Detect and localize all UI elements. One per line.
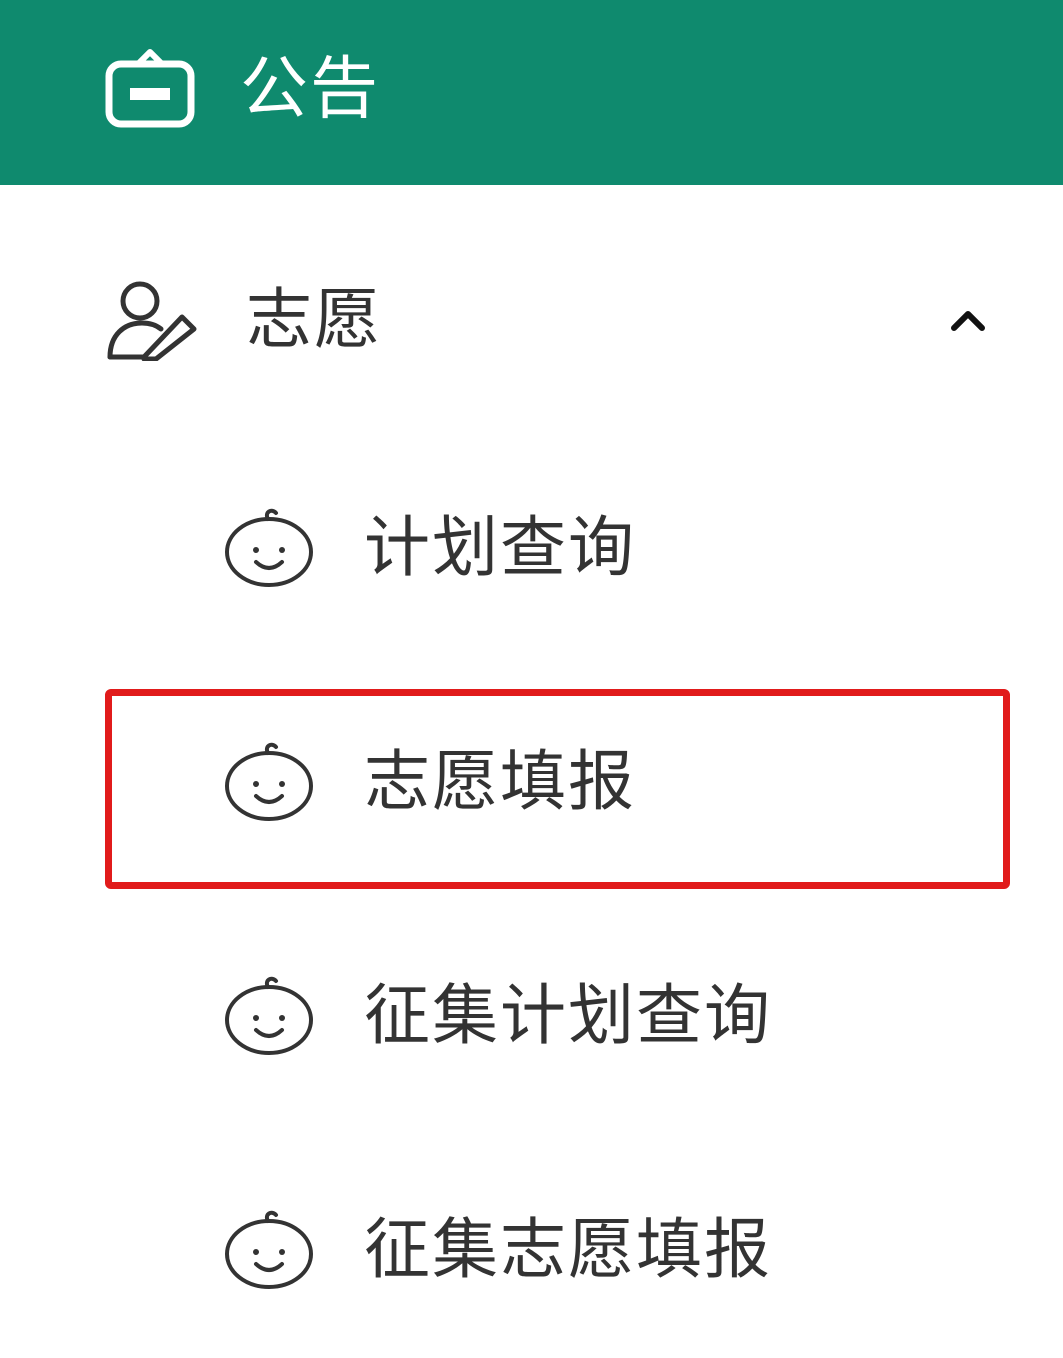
baby-face-icon (225, 976, 313, 1055)
menu-item-label: 志愿填报 (364, 743, 636, 820)
menu-item-volunteer-fill[interactable]: 志愿填报 (0, 714, 1063, 854)
menu-item-label: 计划查询 (364, 509, 636, 586)
menu-item-supplementary-plan-query[interactable]: 征集计划查询 (0, 948, 1063, 1088)
user-edit-icon (107, 281, 197, 361)
notice-board-icon (105, 49, 195, 128)
chevron-up-icon[interactable] (948, 304, 988, 334)
menu-group-volunteer[interactable]: 志愿 (0, 232, 1063, 422)
header-bar[interactable]: 公告 (0, 0, 1063, 185)
header-title: 公告 (240, 50, 381, 129)
menu-item-plan-query[interactable]: 计划查询 (0, 480, 1063, 620)
menu-group-label: 志愿 (246, 281, 382, 358)
menu-item-label: 征集计划查询 (364, 977, 772, 1054)
menu-item-label: 征集志愿填报 (364, 1211, 772, 1288)
menu-item-supplementary-volunteer-fill[interactable]: 征集志愿填报 (0, 1182, 1063, 1322)
baby-face-icon (225, 742, 313, 821)
baby-face-icon (225, 508, 313, 587)
baby-face-icon (225, 1210, 313, 1289)
